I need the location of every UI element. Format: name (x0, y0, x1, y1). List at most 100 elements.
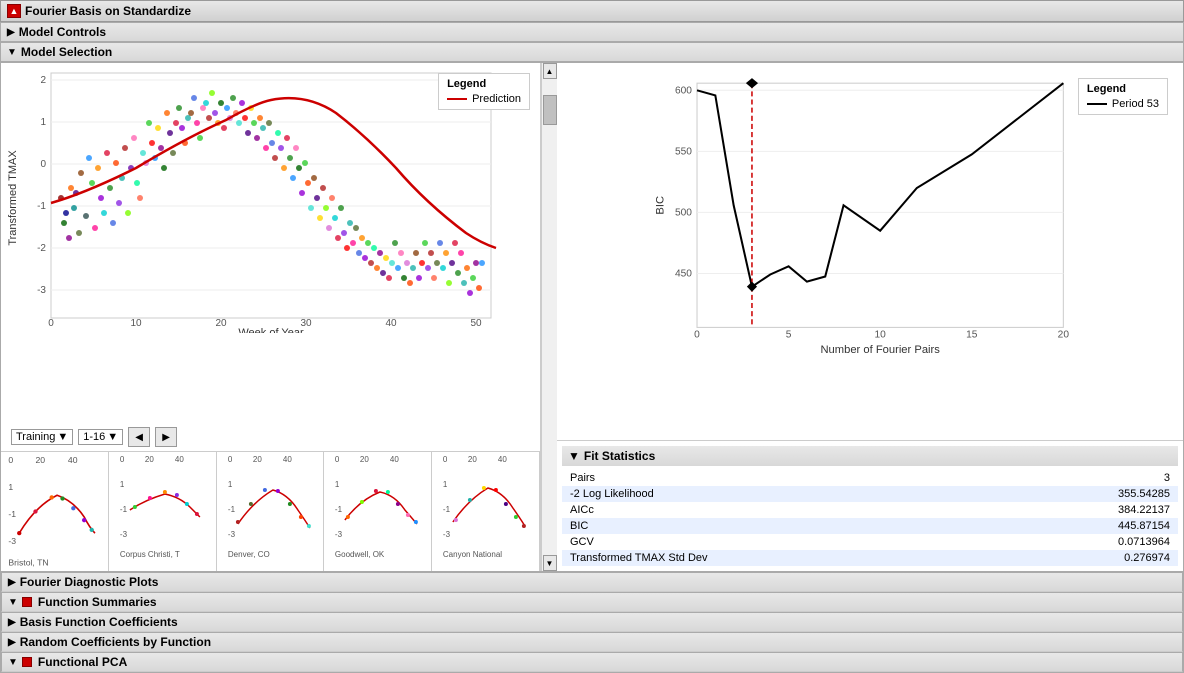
svg-text:550: 550 (675, 146, 692, 157)
range-dropdown[interactable]: 1-16 ▼ (78, 429, 123, 445)
fit-stat-label: Pairs (562, 470, 989, 486)
small-chart-goodwell: 0 20 40 1 -1 -3 Goodwell, OK (324, 452, 432, 571)
model-selection-header[interactable]: ▼ Model Selection (0, 42, 1184, 62)
scatter-chart-svg: Transformed TMAX 2 1 0 -1 -2 -3 0 10 20 (6, 68, 504, 333)
fit-stat-label: BIC (562, 518, 989, 534)
model-controls-arrow: ▶ (7, 27, 15, 38)
bottom-section-4[interactable]: ▼Functional PCA (1, 652, 1183, 672)
svg-text:-1: -1 (8, 509, 16, 519)
bic-chart-area: BIC 600 550 500 450 0 5 10 15 20 Number … (557, 63, 1183, 440)
scatter-legend-item: Prediction (447, 93, 521, 105)
svg-text:40: 40 (282, 455, 291, 464)
svg-text:0: 0 (443, 455, 448, 464)
model-selection-arrow: ▼ (7, 47, 17, 58)
svg-text:-1: -1 (335, 505, 343, 514)
svg-text:20: 20 (215, 318, 227, 329)
main-content: Transformed TMAX 2 1 0 -1 -2 -3 0 10 20 (0, 62, 1184, 572)
svg-text:-1: -1 (37, 201, 46, 212)
collapse-button[interactable]: ▲ (7, 4, 21, 18)
bottom-section-label-0: Fourier Diagnostic Plots (20, 575, 159, 589)
svg-text:450: 450 (675, 269, 692, 280)
right-panel: BIC 600 550 500 450 0 5 10 15 20 Number … (557, 63, 1183, 571)
scroll-thumb[interactable] (543, 95, 557, 125)
model-controls-label: Model Controls (19, 25, 106, 39)
svg-text:Transformed TMAX: Transformed TMAX (7, 150, 19, 246)
prediction-legend-color (447, 98, 467, 100)
training-arrow: ▼ (57, 431, 68, 443)
bic-legend: Legend Period 53 (1078, 78, 1168, 115)
prediction-legend-label: Prediction (472, 93, 521, 105)
scatter-chart-area: Transformed TMAX 2 1 0 -1 -2 -3 0 10 20 (1, 63, 540, 423)
fit-stat-value: 384.22137 (989, 502, 1178, 518)
svg-text:Canyon National: Canyon National (443, 550, 502, 559)
bottom-section-2[interactable]: ▶Basis Function Coefficients (1, 612, 1183, 632)
title-bar: ▲ Fourier Basis on Standardize (0, 0, 1184, 22)
svg-text:600: 600 (675, 85, 692, 96)
svg-text:20: 20 (468, 455, 477, 464)
svg-text:20: 20 (145, 455, 154, 464)
bic-legend-color (1087, 103, 1107, 105)
svg-text:10: 10 (130, 318, 142, 329)
scroll-up-arrow[interactable]: ▲ (543, 63, 557, 79)
bottom-section-indicator-1 (22, 597, 32, 607)
svg-text:-3: -3 (443, 530, 451, 539)
svg-text:1: 1 (8, 482, 13, 492)
scatter-legend-title: Legend (447, 78, 521, 90)
svg-text:Goodwell, OK: Goodwell, OK (335, 550, 385, 559)
svg-text:1: 1 (227, 480, 232, 489)
svg-text:50: 50 (470, 318, 482, 329)
bottom-section-arrow-2: ▶ (8, 617, 16, 628)
range-label: 1-16 (83, 431, 105, 443)
svg-text:Bristol, TN: Bristol, TN (8, 558, 48, 568)
small-chart-bristol: 0 20 40 1 -1 -3 Bristol, TN (1, 452, 109, 571)
bottom-section-label-3: Random Coefficients by Function (20, 635, 211, 649)
svg-text:40: 40 (385, 318, 397, 329)
svg-text:-3: -3 (37, 285, 46, 296)
bottom-section-0[interactable]: ▶Fourier Diagnostic Plots (1, 572, 1183, 592)
training-label: Training (16, 431, 55, 443)
svg-text:20: 20 (35, 455, 45, 465)
back-button[interactable]: ◀ (128, 427, 150, 447)
fit-stat-value: 445.87154 (989, 518, 1178, 534)
bottom-section-1[interactable]: ▼Function Summaries (1, 592, 1183, 612)
svg-text:1: 1 (40, 117, 46, 128)
svg-text:-1: -1 (227, 505, 235, 514)
training-dropdown[interactable]: Training ▼ (11, 429, 73, 445)
vertical-scrollbar[interactable]: ▲ ▼ (541, 63, 557, 571)
small-chart-canyon: 0 20 40 1 -1 -3 Canyon National (432, 452, 540, 571)
svg-text:5: 5 (786, 330, 792, 341)
svg-text:0: 0 (335, 455, 340, 464)
fit-stat-label: -2 Log Likelihood (562, 486, 989, 502)
bic-chart-svg: BIC 600 550 500 450 0 5 10 15 20 Number … (567, 73, 1173, 363)
svg-text:-3: -3 (335, 530, 343, 539)
scroll-down-arrow[interactable]: ▼ (543, 555, 557, 571)
fit-stats-title: ▼ Fit Statistics (562, 446, 1178, 466)
fit-stats-label: Fit Statistics (584, 449, 655, 463)
small-charts-container: 0 20 40 1 -1 -3 Bristol, TN (1, 451, 540, 571)
bottom-section-arrow-3: ▶ (8, 637, 16, 648)
svg-text:0: 0 (48, 318, 54, 329)
svg-text:Week of Year: Week of Year (238, 327, 304, 333)
svg-text:-3: -3 (227, 530, 235, 539)
bottom-section-arrow-1: ▼ (8, 597, 18, 608)
svg-text:-1: -1 (120, 505, 128, 514)
model-selection-label: Model Selection (21, 45, 112, 59)
bic-legend-title: Legend (1087, 83, 1159, 95)
bottom-sections: ▶Fourier Diagnostic Plots▼Function Summa… (0, 572, 1184, 673)
bic-legend-label: Period 53 (1112, 98, 1159, 110)
svg-text:BIC: BIC (654, 196, 666, 215)
small-chart-corpus: 0 20 40 1 -1 -3 Corpus Christi, T (109, 452, 217, 571)
model-controls-header[interactable]: ▶ Model Controls (0, 22, 1184, 42)
svg-text:-1: -1 (443, 505, 451, 514)
svg-text:15: 15 (966, 330, 978, 341)
left-panel: Transformed TMAX 2 1 0 -1 -2 -3 0 10 20 (1, 63, 541, 571)
svg-text:40: 40 (498, 455, 507, 464)
forward-button[interactable]: ▶ (155, 427, 177, 447)
fit-stat-label: AICc (562, 502, 989, 518)
svg-text:40: 40 (175, 455, 184, 464)
fit-statistics-table: Pairs3-2 Log Likelihood355.54285AICc384.… (562, 470, 1178, 566)
bottom-section-3[interactable]: ▶ Random Coefficients by Function (1, 632, 1183, 652)
bic-legend-item: Period 53 (1087, 98, 1159, 110)
svg-text:-2: -2 (37, 243, 46, 254)
svg-text:20: 20 (1058, 330, 1070, 341)
